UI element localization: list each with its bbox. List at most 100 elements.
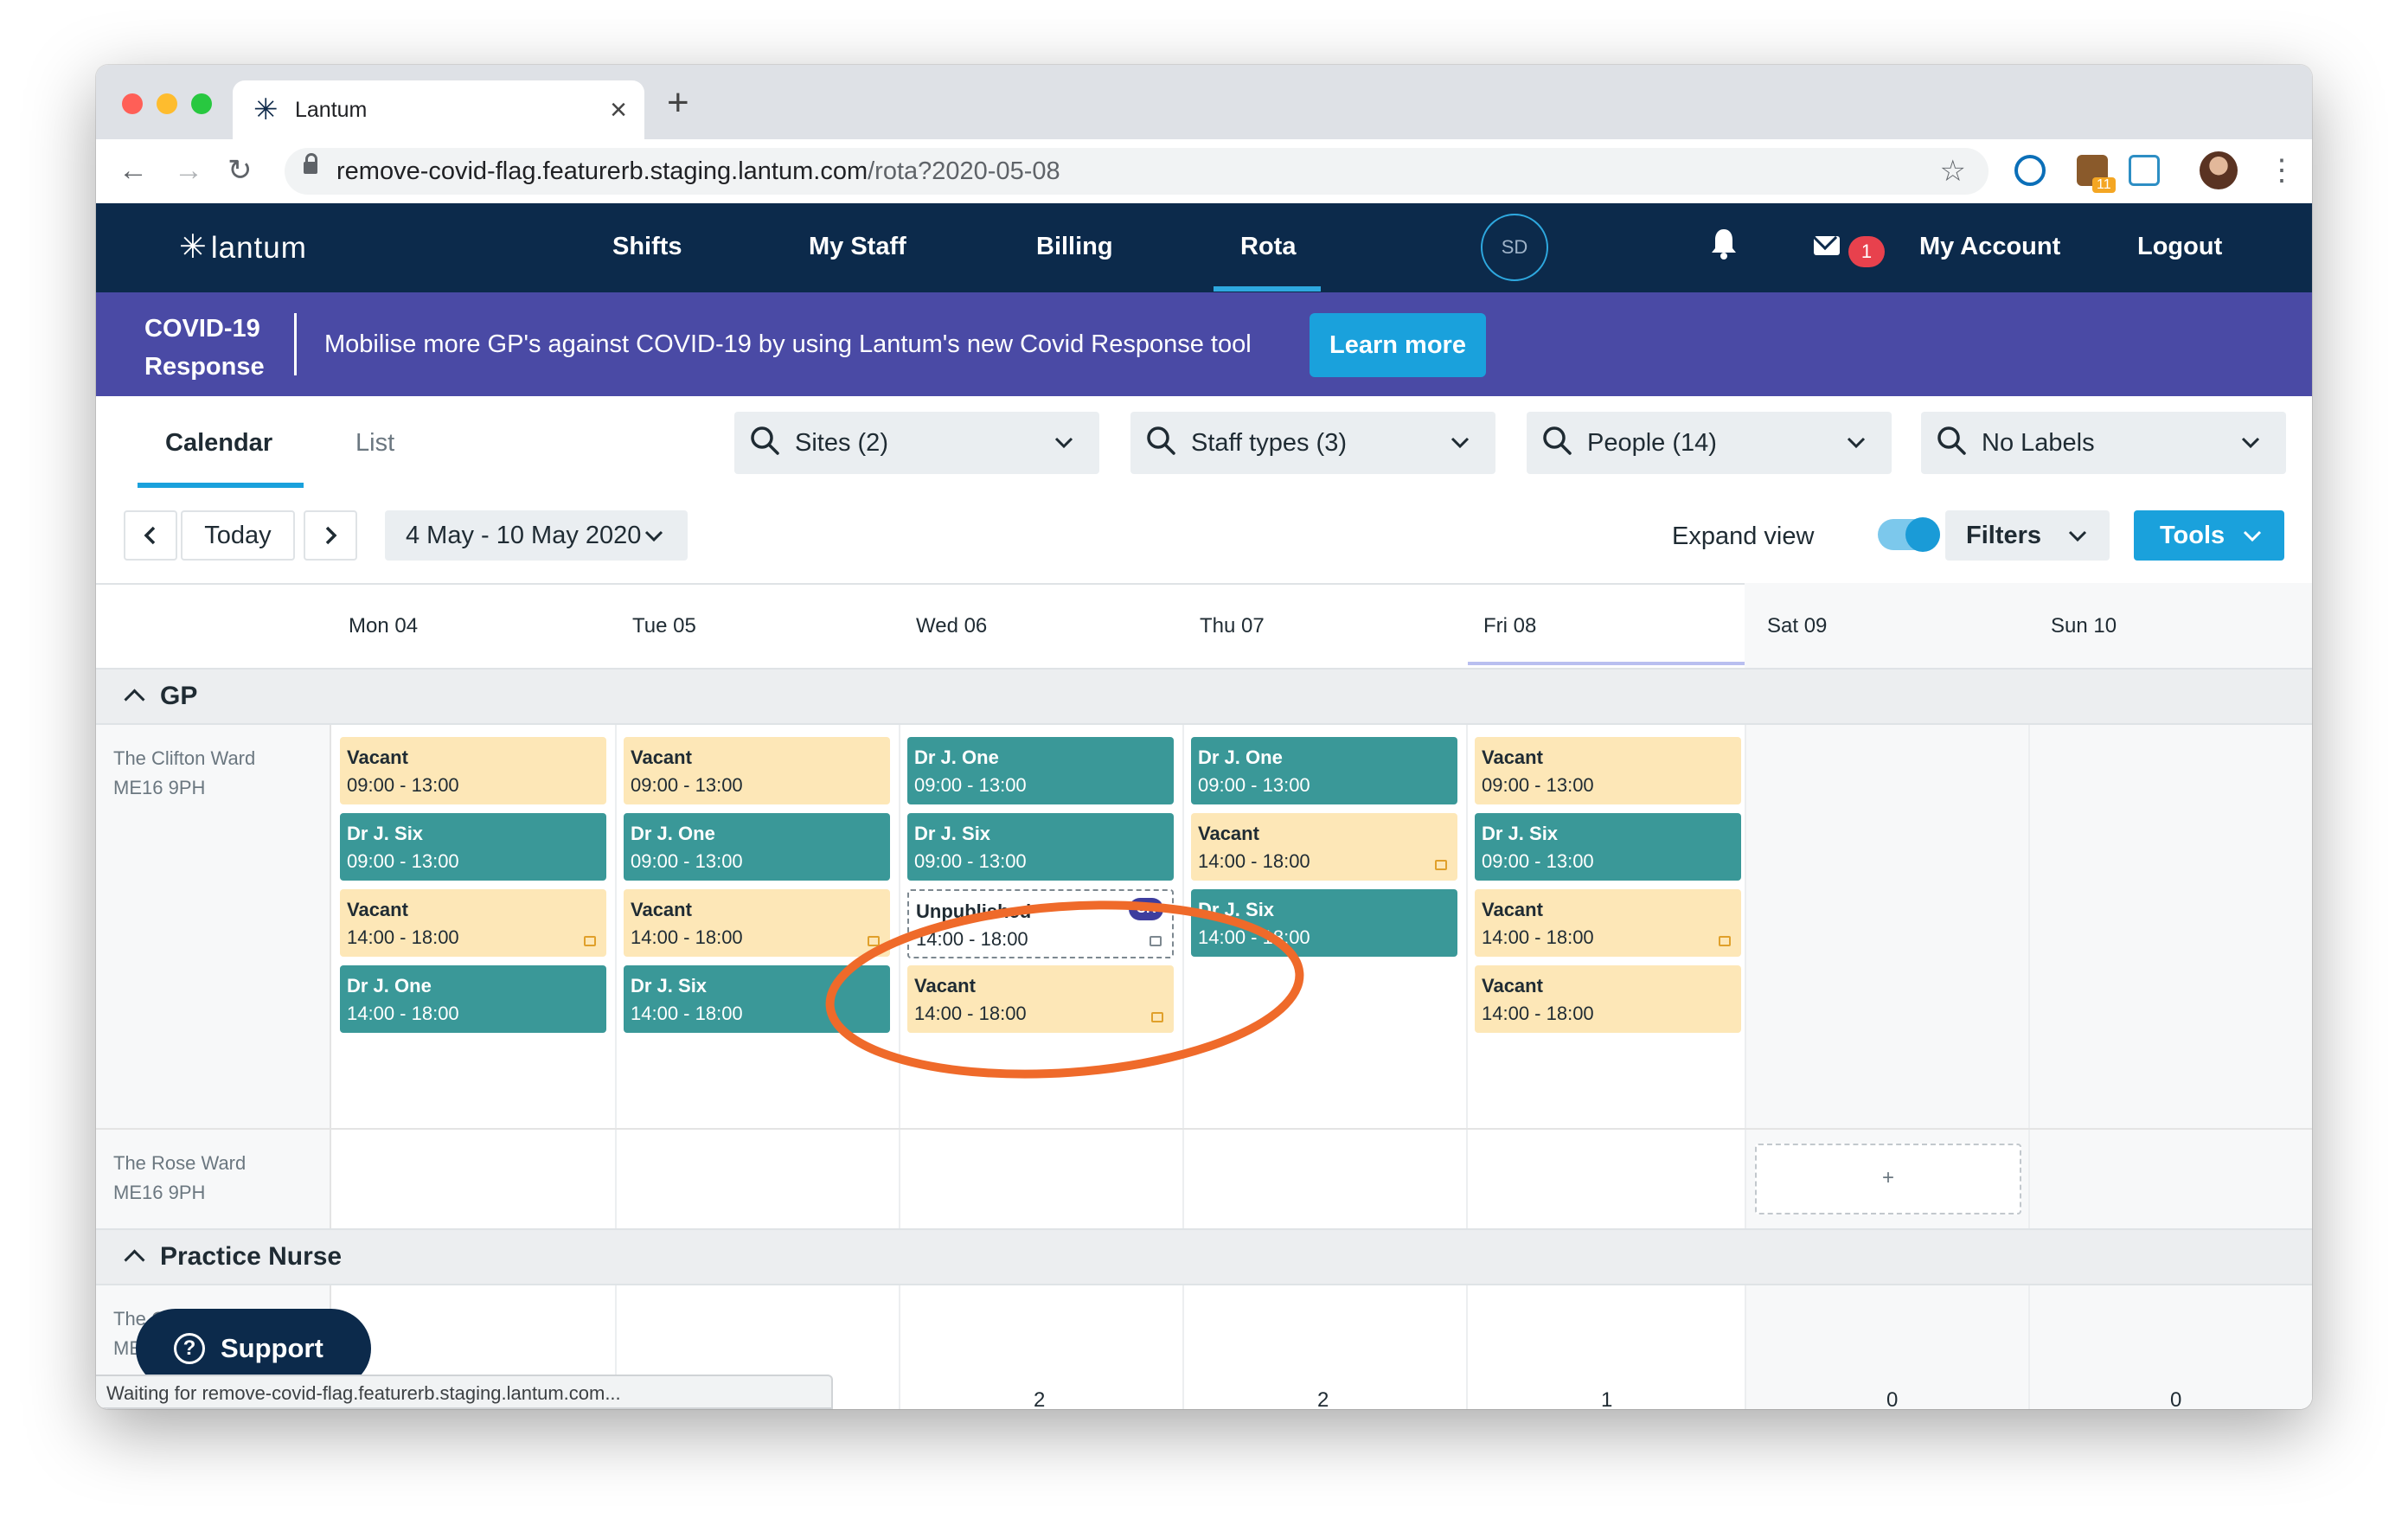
calendar-icon [1719, 936, 1731, 946]
nav-rota[interactable]: Rota [1240, 233, 1296, 261]
browser-menu-icon[interactable]: ⋮ [2267, 151, 2296, 189]
sites-filter-label: Sites (2) [795, 429, 888, 457]
browser-toolbar: ← → ↻ remove-covid-flag.featurerb.stagin… [96, 139, 2312, 204]
shift-card[interactable]: Dr J. Six 09:00 - 13:00 [1475, 813, 1741, 881]
tab-calendar[interactable]: Calendar [165, 429, 272, 458]
shift-card[interactable]: Dr J. Six 14:00 - 18:00 [1191, 889, 1457, 957]
add-shift-button[interactable]: + [1755, 1144, 2021, 1214]
section-practice-nurse[interactable]: Practice Nurse [96, 1228, 2312, 1285]
banner-title: COVID-19 Response [144, 315, 265, 381]
nav-shifts[interactable]: Shifts [612, 233, 682, 261]
calendar-controls: Today 4 May - 10 May 2020 Expand view Fi… [96, 488, 2312, 585]
shift-card[interactable]: Dr J. One 14:00 - 18:00 [340, 965, 606, 1033]
date-range-picker[interactable]: 4 May - 10 May 2020 [385, 510, 688, 561]
day-label-sun: Sun 10 [2051, 614, 2117, 638]
date-range-label: 4 May - 10 May 2020 [406, 522, 642, 549]
lantum-logo-icon: ✳ [179, 229, 208, 266]
bookmark-star-icon[interactable]: ☆ [1940, 153, 1966, 189]
labels-filter[interactable]: No Labels [1921, 412, 2286, 474]
my-account-link[interactable]: My Account [1919, 233, 2060, 261]
column-divider [1745, 725, 1746, 1128]
column-divider [1182, 1285, 1184, 1409]
shift-card[interactable]: Dr J. One 09:00 - 13:00 [907, 737, 1174, 804]
new-tab-icon[interactable]: + [667, 82, 689, 124]
nav-billing[interactable]: Billing [1036, 233, 1113, 261]
chevron-down-icon [1847, 437, 1866, 449]
maximize-window-button[interactable] [191, 93, 212, 114]
people-filter[interactable]: People (14) [1527, 412, 1892, 474]
day-label-wed: Wed 06 [916, 614, 988, 638]
column-divider [2028, 725, 2030, 1128]
search-icon [751, 426, 779, 455]
shift-card[interactable]: Vacant 09:00 - 13:00 [1475, 737, 1741, 804]
collapse-caret-icon [124, 689, 145, 710]
shift-card[interactable]: Dr J. One 09:00 - 13:00 [1191, 737, 1457, 804]
messages-icon[interactable] [1814, 236, 1840, 255]
tools-button[interactable]: Tools [2134, 510, 2284, 561]
back-arrow-icon[interactable]: ← [118, 151, 148, 189]
shift-card[interactable]: Vacant 14:00 - 18:00 [907, 965, 1174, 1033]
browser-window: ✳ Lantum × + ← → ↻ remove-covid-flag.fea… [96, 65, 2312, 1409]
tab-close-icon[interactable]: × [610, 93, 627, 127]
chevron-left-icon [144, 526, 156, 545]
view-filter-bar: Calendar List Sites (2) Staff types (3) … [96, 396, 2312, 490]
tab-title: Lantum [295, 98, 368, 122]
nav-my-staff[interactable]: My Staff [809, 233, 906, 261]
day-label-thu: Thu 07 [1200, 614, 1265, 638]
ward-name-cell: The Clifton WardME16 9PH [96, 725, 331, 1128]
day-header-row: Mon 04 Tue 05 Wed 06 Thu 07 Fri 08 Sat 0… [96, 583, 2312, 670]
day-count-thu: 2 [1317, 1388, 1329, 1409]
staff-types-filter[interactable]: Staff types (3) [1130, 412, 1495, 474]
extension-icon[interactable] [2014, 155, 2046, 186]
minimize-window-button[interactable] [157, 93, 177, 114]
lock-icon [304, 153, 317, 174]
forward-arrow-icon[interactable]: → [174, 151, 203, 189]
day-count-sun: 0 [2170, 1388, 2182, 1409]
toggle-knob [1905, 517, 1940, 552]
today-button[interactable]: Today [181, 510, 295, 561]
day-label-mon: Mon 04 [349, 614, 419, 638]
reload-icon[interactable]: ↻ [227, 151, 253, 189]
column-divider [899, 1285, 900, 1409]
user-initials-badge[interactable]: SD [1481, 214, 1548, 281]
shift-card[interactable]: Dr J. One 09:00 - 13:00 [624, 813, 890, 881]
sites-filter[interactable]: Sites (2) [734, 412, 1099, 474]
shift-card[interactable]: Vacant 14:00 - 18:00 [1475, 965, 1741, 1033]
lantum-logo[interactable]: ✳ lantum [179, 227, 307, 266]
shift-card[interactable]: Dr J. Six 09:00 - 13:00 [907, 813, 1174, 881]
expand-view-toggle[interactable] [1878, 517, 1940, 552]
labels-filter-label: No Labels [1982, 429, 2095, 457]
shift-card[interactable]: Dr J. Six 09:00 - 13:00 [340, 813, 606, 881]
logout-link[interactable]: Logout [2137, 233, 2222, 261]
app-header: ✳ lantum Shifts My Staff Billing Rota SD … [96, 203, 2312, 292]
tools-button-label: Tools [2160, 522, 2225, 549]
chevron-down-icon [1054, 437, 1073, 449]
learn-more-button[interactable]: Learn more [1310, 313, 1486, 377]
react-devtools-icon[interactable] [2129, 155, 2160, 186]
next-week-button[interactable] [304, 510, 357, 561]
unpublished-shift-card[interactable]: Unpublished 14:00 - 18:00 CR [907, 889, 1174, 958]
day-count-sat: 0 [1886, 1388, 1899, 1409]
shift-card[interactable]: Vacant 09:00 - 13:00 [340, 737, 606, 804]
profile-avatar[interactable] [2200, 151, 2238, 189]
column-divider [1466, 1285, 1468, 1409]
previous-week-button[interactable] [124, 510, 177, 561]
address-bar[interactable]: remove-covid-flag.featurerb.staging.lant… [285, 148, 1989, 195]
extension-badge: 11 [2092, 177, 2116, 193]
close-window-button[interactable] [122, 93, 143, 114]
browser-tab[interactable]: ✳ Lantum × [233, 80, 644, 139]
message-count-badge: 1 [1848, 236, 1885, 267]
section-gp[interactable]: GP [96, 668, 2312, 725]
shift-card[interactable]: Vacant 14:00 - 18:00 [624, 889, 890, 957]
current-day-indicator [1468, 662, 1745, 665]
bell-icon[interactable] [1710, 227, 1738, 260]
shift-card[interactable]: Dr J. Six 14:00 - 18:00 [624, 965, 890, 1033]
filters-button[interactable]: Filters [1945, 510, 2110, 561]
shift-card[interactable]: Vacant 09:00 - 13:00 [624, 737, 890, 804]
shift-card[interactable]: Vacant 14:00 - 18:00 [1475, 889, 1741, 957]
shift-card[interactable]: Vacant 14:00 - 18:00 [340, 889, 606, 957]
tab-list[interactable]: List [355, 429, 394, 458]
column-divider [1745, 1285, 1746, 1409]
chevron-down-icon [644, 530, 663, 542]
shift-card[interactable]: Vacant 14:00 - 18:00 [1191, 813, 1457, 881]
